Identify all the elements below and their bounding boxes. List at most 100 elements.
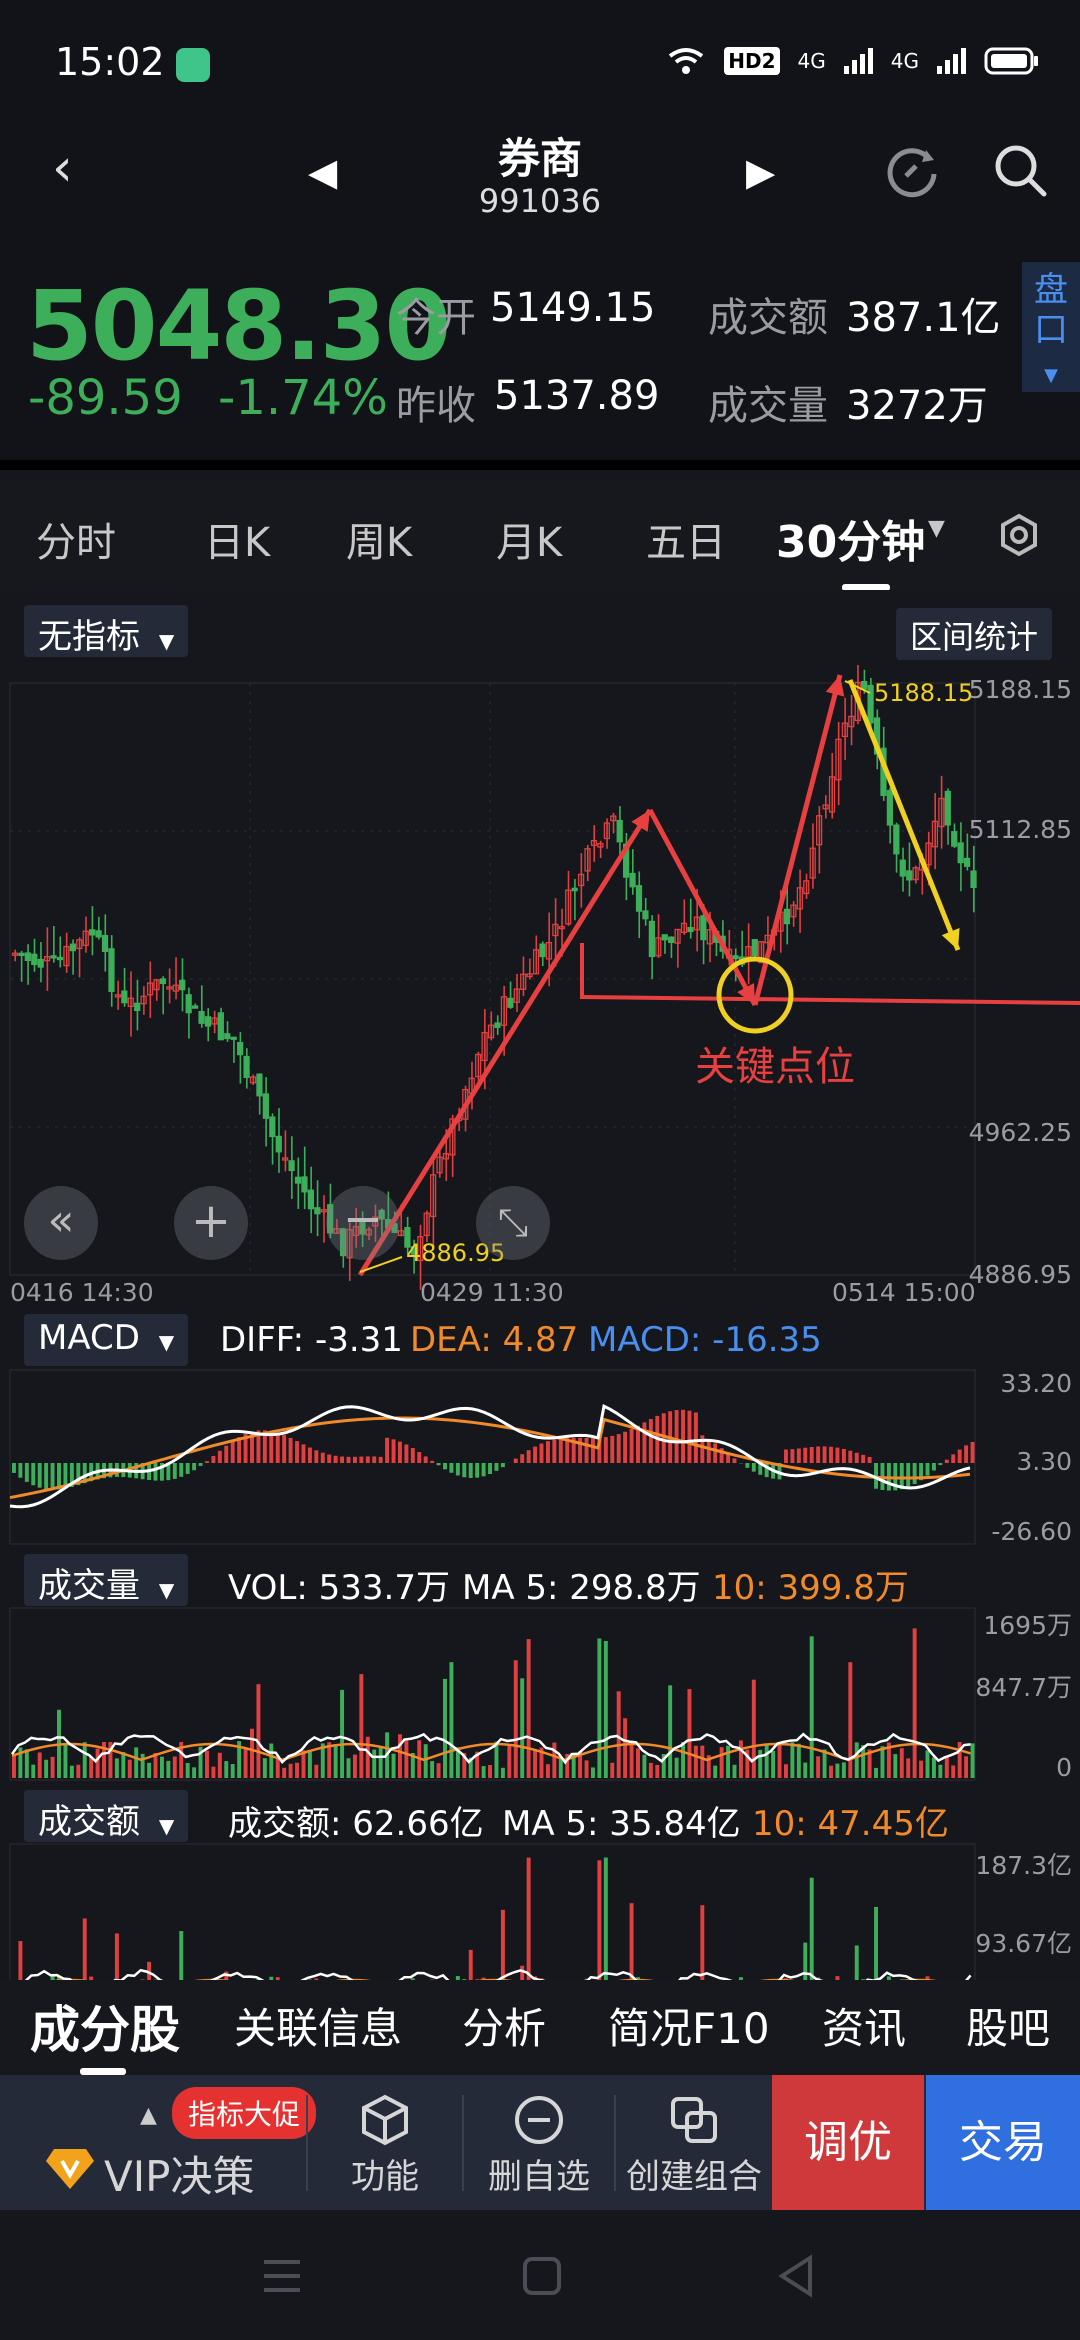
tab-30min[interactable]: 30分钟 [776,506,925,570]
pankou-button[interactable]: 盘口 ▼ [1022,262,1080,392]
tab-analysis[interactable]: 分析 [462,1995,546,2056]
caret-up-icon: ▲ [140,2103,157,2128]
tab-indicator [80,2068,126,2075]
macd-bar [829,1446,833,1463]
volume-bar [700,1745,705,1778]
amount-selector[interactable]: 成交额 ▼ [24,1790,189,1842]
candle-body [648,920,655,958]
pankou-label: 盘口 [1034,270,1068,350]
tab-f10[interactable]: 简况F10 [608,1995,770,2056]
volume-bar [76,1764,81,1778]
macd-bar [12,1463,16,1473]
candle-body [24,952,31,962]
tune-button[interactable]: 调优 [772,2075,924,2210]
volume-chart: 1695万 847.7万 0 [9,1607,1072,1782]
tab-forum[interactable]: 股吧 [966,1995,1050,2056]
high-label: 5188.15 [874,679,973,707]
caret-down-icon: ▼ [158,1814,175,1838]
next-stock-icon[interactable]: ▶ [746,150,775,194]
volume-bar [314,1764,319,1778]
macd-value: MACD: -16.35 [588,1320,822,1360]
volume-bar [192,1767,197,1778]
candle-body [237,1042,244,1056]
amount-bar [809,1877,814,1980]
volume-bar [224,1761,229,1778]
candle-body [31,953,38,966]
volume-bar [166,1760,171,1778]
fullscreen-icon[interactable]: ⤡ [476,1186,550,1260]
volume-bar [185,1763,190,1778]
tab-related-info[interactable]: 关联信息 [234,1995,402,2056]
volume-bar [552,1742,557,1778]
macd-bar [417,1452,422,1463]
change-value: -89.59 [28,370,183,426]
candle-body [668,936,675,944]
search-icon[interactable] [990,140,1052,202]
macd-bar [822,1446,827,1463]
indicator-selector[interactable]: 无指标 ▼ [24,605,189,657]
home-icon[interactable] [522,2256,562,2296]
macd-bar [636,1425,640,1463]
volume-bar [784,1764,788,1778]
function-button[interactable]: 功能 [308,2075,462,2210]
price-change: -89.59 -1.74% [28,370,408,426]
create-portfolio-button[interactable]: 创建组合 [616,2075,772,2210]
amount-label: 成交额 [708,295,828,341]
macd-bar [398,1441,402,1463]
volume-bar [841,1762,846,1778]
menu-icon[interactable] [262,2258,302,2294]
tab-fenshi[interactable]: 分时 [36,510,116,568]
caret-down-icon: ▼ [158,1578,175,1602]
macd-bar [816,1446,821,1463]
tab-news[interactable]: 资讯 [822,1995,906,2056]
volume-bar [443,1678,447,1778]
range-stats-button[interactable]: 区间统计 [896,608,1053,660]
back-nav-icon[interactable] [776,2254,816,2298]
amount-y-labels: 187.3亿 93.67亿 [975,1851,1072,1958]
tab-day-k[interactable]: 日K [204,510,270,568]
volume-bar [121,1752,126,1778]
volume-bar [275,1758,280,1778]
settings-icon[interactable] [996,512,1042,558]
tab-five-day[interactable]: 五日 [646,510,726,568]
volume-bar [398,1734,402,1778]
volume-bar [738,1740,743,1778]
macd-bar [661,1413,666,1463]
macd-y-label: -26.60 [991,1517,1072,1546]
volume-bar [893,1754,898,1778]
volume-bar [50,1756,55,1778]
indicator-selector-label: 无指标 [38,617,140,657]
tab-constituents[interactable]: 成分股 [30,1990,180,2062]
zoom-out-icon[interactable]: − [326,1186,400,1260]
tab-month-k[interactable]: 月K [496,510,562,568]
volume-bar [591,1767,595,1778]
caret-down-icon: ▼ [158,629,175,653]
volume-bar [404,1740,409,1778]
macd-bar [153,1463,158,1481]
volume-selector[interactable]: 成交量 ▼ [24,1554,189,1606]
macd-bar [494,1463,499,1471]
refresh-icon[interactable] [882,140,944,202]
trade-button[interactable]: 交易 [926,2075,1080,2210]
candle-body [89,929,96,936]
vol-ma10: 10: 399.8万 [712,1568,909,1608]
prev-close-value: 5137.89 [494,373,660,419]
macd-selector[interactable]: MACD ▼ [24,1314,189,1366]
volume-bar [159,1756,164,1778]
zoom-in-icon[interactable]: + [174,1186,248,1260]
volume-bar [147,1762,152,1778]
volume-bar [307,1750,312,1778]
scroll-left-icon[interactable]: « [24,1186,98,1260]
remove-watchlist-button[interactable]: 删自选 [464,2075,614,2210]
tab-week-k[interactable]: 周K [346,510,412,568]
candle-body [732,955,739,960]
macd-bar [545,1441,550,1463]
caret-down-icon[interactable]: ▼ [928,516,945,541]
promo-badge: 指标大促 [172,2087,317,2139]
macd-bar [462,1463,467,1478]
volume-bar [140,1753,145,1778]
volume-bar [816,1756,821,1778]
volume-bar [378,1746,383,1778]
amount-bar [500,1909,505,1980]
volume-bar [63,1743,68,1778]
